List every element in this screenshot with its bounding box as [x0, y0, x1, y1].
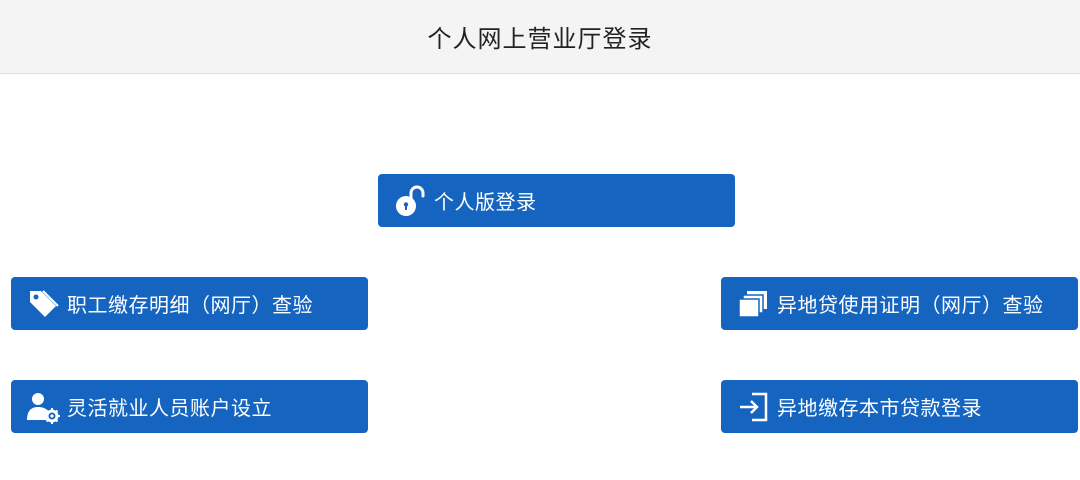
unlock-icon	[392, 183, 428, 219]
page-title: 个人网上营业厅登录	[427, 25, 653, 53]
personal-login-label: 个人版登录	[434, 190, 537, 214]
user-settings-icon	[25, 389, 61, 425]
sign-in-icon	[735, 389, 771, 425]
remote-deposit-local-loan-login-button[interactable]: 异地缴存本市贷款登录	[721, 380, 1078, 433]
flexible-employment-account-label: 灵活就业人员账户设立	[67, 396, 272, 420]
page-header: 个人网上营业厅登录	[0, 0, 1080, 74]
employee-deposit-detail-label: 职工缴存明细（网厅）查验	[67, 293, 313, 317]
remote-deposit-local-loan-login-label: 异地缴存本市贷款登录	[777, 396, 982, 420]
employee-deposit-detail-button[interactable]: 职工缴存明细（网厅）查验	[11, 277, 368, 330]
remote-loan-certificate-label: 异地贷使用证明（网厅）查验	[777, 293, 1044, 317]
remote-loan-certificate-button[interactable]: 异地贷使用证明（网厅）查验	[721, 277, 1078, 330]
documents-icon	[735, 286, 771, 322]
tag-icon	[25, 286, 61, 322]
personal-login-button[interactable]: 个人版登录	[378, 174, 735, 227]
flexible-employment-account-button[interactable]: 灵活就业人员账户设立	[11, 380, 368, 433]
